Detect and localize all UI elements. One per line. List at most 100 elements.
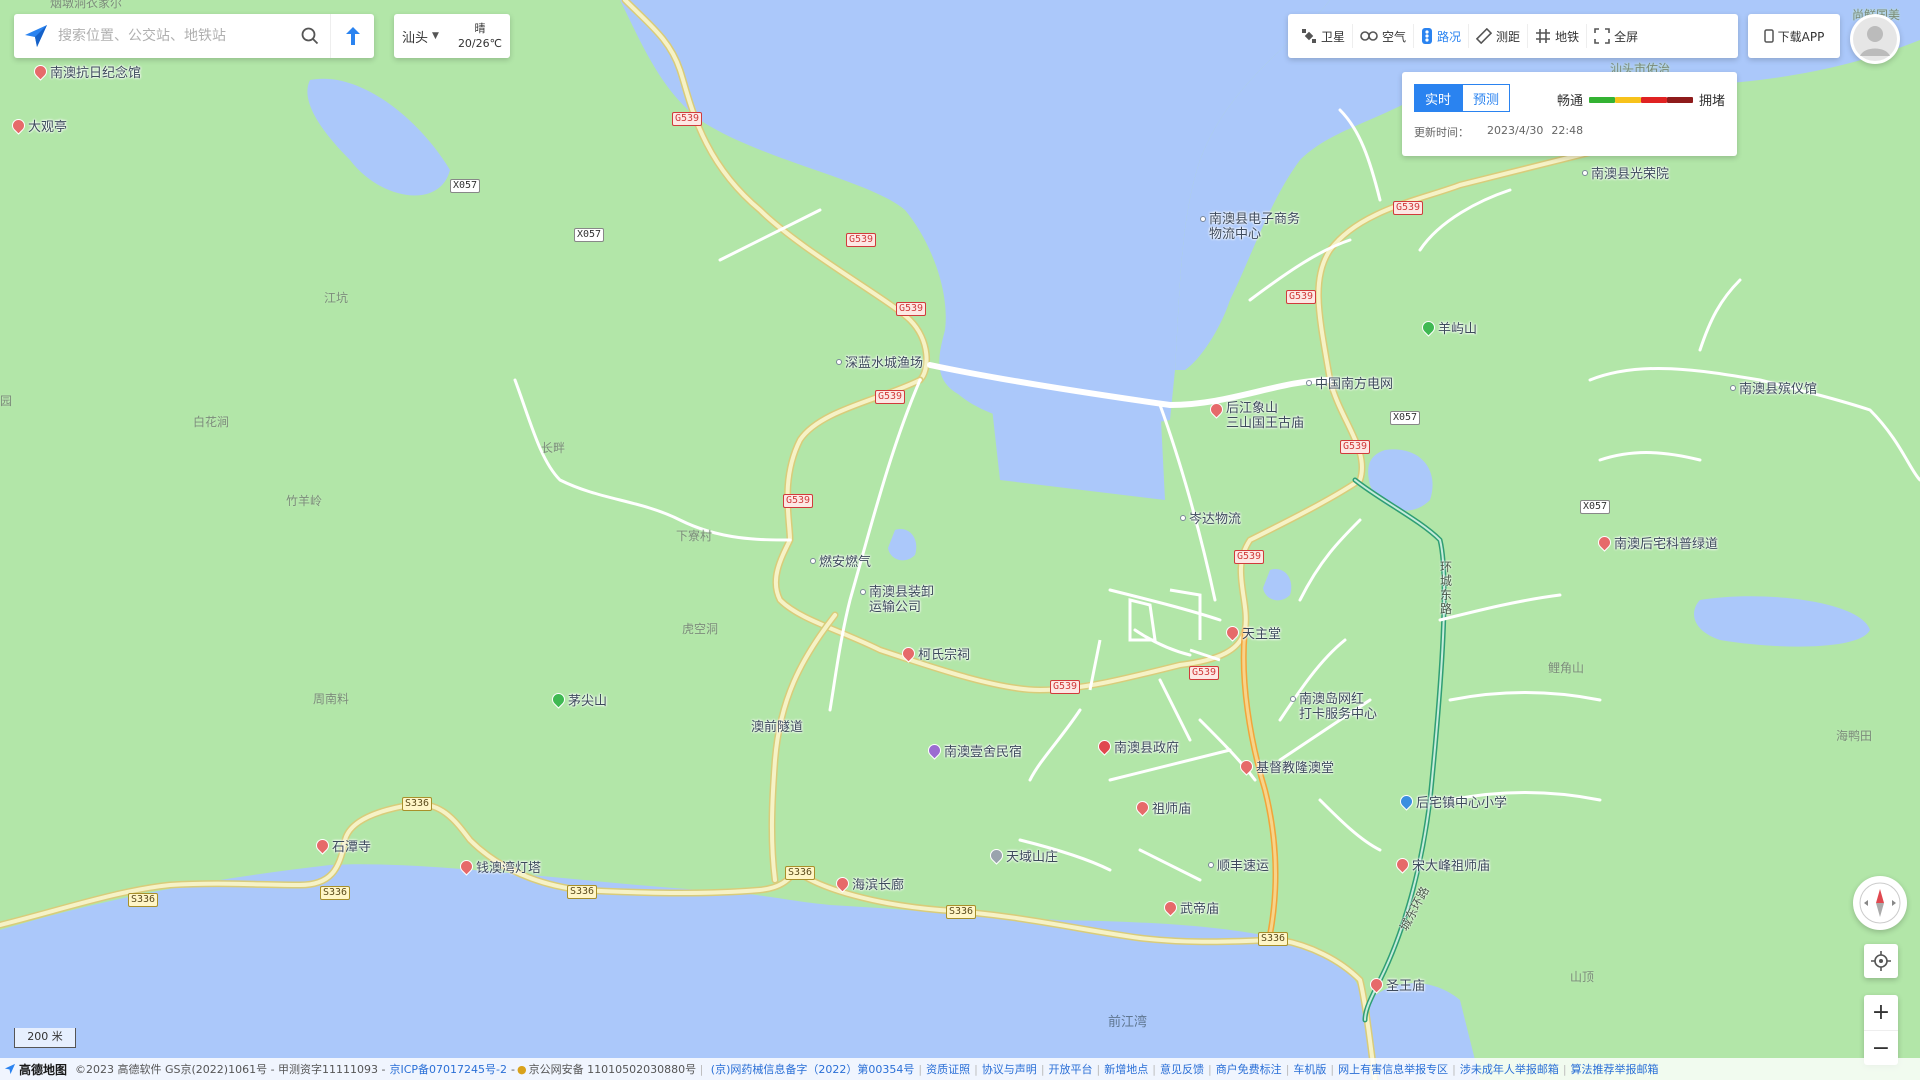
temple-icon [313,836,332,855]
city-weather[interactable]: 汕头 ▼ 晴 20/26℃ [394,14,510,58]
temple-icon [1133,798,1152,817]
poi-guangrong[interactable]: 南澳县光荣院 [1582,163,1669,182]
poi-shenlan[interactable]: 深蓝水城渔场 [836,352,923,371]
poi-jidujiao[interactable]: 基督教隆澳堂 [1237,757,1334,776]
church-icon [1237,757,1256,776]
search-bar [14,14,374,58]
poi-hongda[interactable]: 南澳岛网红 打卡服务中心 [1290,692,1377,722]
poi-wudimiao[interactable]: 武帝庙 [1161,898,1219,917]
tab-realtime[interactable]: 实时 [1414,84,1462,112]
search-input[interactable] [58,28,290,44]
poi-shengwangmiao[interactable]: 圣王庙 [1367,975,1425,994]
poi-nanao-kangri[interactable]: 南澳抗日纪念馆 [31,62,141,81]
mountain-icon [549,690,568,709]
footer-police: 京公网安备 11010502030880号 [528,1063,697,1076]
poi-tianzhutang[interactable]: 天主堂 [1223,623,1281,642]
place-label: 园 [0,394,13,408]
traffic-icon [1422,28,1433,44]
poi-yangyushan[interactable]: 羊屿山 [1419,318,1477,337]
tool-subway[interactable]: 地铁 [1528,24,1588,48]
tool-air[interactable]: 空气 [1353,24,1415,48]
poi-keshi[interactable]: 柯氏宗祠 [899,644,970,663]
place-dot-icon [1306,379,1312,386]
traffic-update: 更新时间： 2023/4/30 22:48 [1414,124,1725,140]
tool-measure[interactable]: 测距 [1469,24,1529,48]
search-button[interactable] [290,14,330,58]
place-label: 周南料 [313,692,350,706]
footer-link[interactable]: (京)网药械信息备字（2022）第00354号 [711,1061,915,1077]
ruler-icon [1476,28,1493,44]
map-toolbar: 卫星 空气 路况 测距 地铁 全屏 [1288,14,1738,58]
footer-brand[interactable]: 高德地图 [4,1061,67,1078]
poi-zhuangxie[interactable]: 南澳县装卸 运输公司 [860,585,934,615]
poi-houzhai-kepu[interactable]: 南澳后宅科普绿道 [1595,533,1718,552]
poi-daguanting[interactable]: 大观亭 [9,116,67,135]
download-app-button[interactable]: 下载APP [1748,14,1840,58]
footer-link[interactable]: 网上有害信息举报专区 [1338,1061,1448,1077]
footer-link[interactable]: 资质证照 [926,1061,970,1077]
scale-bar: 200 米 [14,1028,76,1048]
zoom-control: + − [1864,995,1898,1065]
poi-nanfang-grid[interactable]: 中国南方电网 [1306,373,1393,392]
school-icon [1397,792,1416,811]
poi-songdafeng[interactable]: 宋大峰祖师庙 [1393,855,1490,874]
poi-cenda[interactable]: 岑达物流 [1180,508,1241,527]
footer-link[interactable]: 新增地点 [1104,1061,1148,1077]
chevron-down-icon[interactable]: ▼ [432,31,439,41]
poi-maojianshan[interactable]: 茅尖山 [549,690,607,709]
tool-fullscreen[interactable]: 全屏 [1587,24,1645,48]
temple-icon [1367,975,1386,994]
place-dot-icon [1582,169,1588,176]
footer-link[interactable]: 涉未成年人举报邮箱 [1460,1061,1559,1077]
poi-shunfeng[interactable]: 顺丰速运 [1208,855,1269,874]
temple-icon [1393,855,1412,874]
poi-shitansi[interactable]: 石潭寺 [313,836,371,855]
amap-logo-icon[interactable] [14,14,58,58]
route-shield-x057: X057 [1390,411,1421,425]
locate-button[interactable] [1864,944,1898,978]
user-avatar[interactable] [1850,14,1900,64]
phone-icon [1763,29,1774,43]
place-label: 长畔 [541,441,566,455]
weather-temp: 20/26℃ [457,37,502,50]
police-badge-icon: ● [517,1062,527,1076]
footer-link[interactable]: 车机版 [1293,1061,1326,1077]
poi-tianyu[interactable]: 天域山庄 [987,846,1058,865]
city-name[interactable]: 汕头 [402,27,428,46]
poi-haibin[interactable]: 海滨长廊 [833,874,904,893]
footer-link[interactable]: 商户免费标注 [1216,1061,1282,1077]
place-label: 竹羊岭 [286,494,323,508]
footer-link[interactable]: 算法推荐举报邮箱 [1571,1061,1659,1077]
footer-link[interactable]: 协议与声明 [982,1061,1037,1077]
villa-icon [987,846,1006,865]
poi-dengta[interactable]: 钱澳湾灯塔 [457,857,541,876]
tab-forecast[interactable]: 预测 [1462,84,1510,112]
poi-zhengfu[interactable]: 南澳县政府 [1095,737,1179,756]
zoom-in-button[interactable]: + [1864,995,1898,1030]
poi-xiaoxue[interactable]: 后宅镇中心小学 [1397,792,1507,811]
compass-control[interactable] [1853,876,1907,930]
poi-houjiang-temple[interactable]: 后江象山 三山国王古庙 [1207,400,1304,431]
legend-congested: 拥堵 [1698,94,1725,109]
route-shield-s336: S336 [567,885,598,899]
poi-binyiguan[interactable]: 南澳县殡仪馆 [1730,378,1817,397]
route-shield-s336: S336 [320,886,351,900]
poi-dianzi-logistics[interactable]: 南澳县电子商务 物流中心 [1200,212,1300,242]
tool-satellite[interactable]: 卫星 [1294,24,1354,48]
footer-link[interactable]: 意见反馈 [1160,1061,1204,1077]
route-shield-g539: G539 [1050,680,1081,694]
tool-traffic[interactable]: 路况 [1414,24,1470,48]
place-label: 烟墩洞衣家尔 [50,0,123,10]
poi-ranqi[interactable]: 燃安燃气 [810,551,871,570]
route-shield-s336: S336 [1258,932,1289,946]
route-button[interactable] [330,14,374,58]
poi-zushimiao[interactable]: 祖师庙 [1133,798,1191,817]
poi-minsu[interactable]: 南澳壹舍民宿 [925,741,1022,760]
locate-icon [1871,951,1891,971]
footer-icp-link[interactable]: 京ICP备07017245号-2 [390,1061,508,1077]
footer-link[interactable]: 开放平台 [1049,1061,1093,1077]
attraction-icon [9,116,28,135]
attraction-icon [833,874,852,893]
route-shield-g539: G539 [846,233,877,247]
route-shield-g539: G539 [875,390,906,404]
